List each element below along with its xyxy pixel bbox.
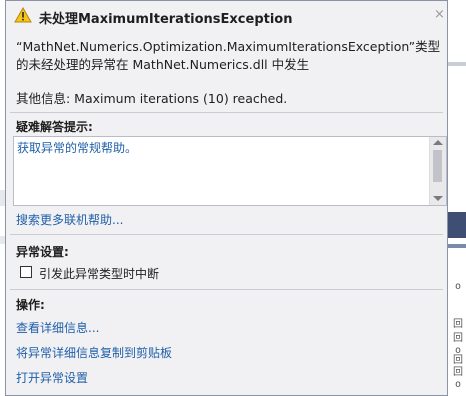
background-editor-char: o <box>455 379 462 390</box>
divider <box>10 234 443 235</box>
actions-header: 操作: <box>16 298 45 312</box>
tips-scrollbar[interactable] <box>429 137 446 205</box>
scroll-up-icon[interactable] <box>433 140 443 145</box>
exception-helper-popup: 未处理MaximumIterationsException × “MathNet… <box>5 0 448 396</box>
search-online-help-link[interactable]: 搜索更多联机帮助... <box>16 211 123 228</box>
popup-title-bar: 未处理MaximumIterationsException × <box>6 1 447 31</box>
background-editor-strip <box>448 62 466 66</box>
background-editor-char: o <box>455 281 462 292</box>
break-on-exception-checkbox[interactable] <box>20 266 32 278</box>
exception-message: “MathNet.Numerics.Optimization.MaximumIt… <box>16 39 441 72</box>
exception-settings-header: 异常设置: <box>16 245 69 259</box>
divider <box>10 289 443 290</box>
background-editor-char: 回 <box>453 319 463 330</box>
troubleshooting-header: 疑难解答提示: <box>16 120 93 134</box>
additional-info: 其他信息: Maximum iterations (10) reached. <box>16 91 288 106</box>
close-icon[interactable]: × <box>434 7 445 22</box>
copy-details-link[interactable]: 将异常详细信息复制到剪贴板 <box>16 344 172 361</box>
break-on-exception-label[interactable]: 引发此异常类型时中断 <box>39 265 159 282</box>
background-editor-strip <box>448 244 466 248</box>
popup-title: 未处理MaximumIterationsException <box>39 12 293 27</box>
background-editor-strip <box>448 212 466 238</box>
warning-icon <box>14 7 32 23</box>
scroll-down-icon[interactable] <box>433 196 443 201</box>
background-editor-char: 回 <box>453 367 463 378</box>
troubleshooting-tips-list[interactable]: 获取异常的常规帮助。 <box>13 136 447 206</box>
divider <box>10 112 443 113</box>
scrollbar-thumb[interactable] <box>433 150 442 182</box>
tip-general-help-link[interactable]: 获取异常的常规帮助。 <box>17 139 137 156</box>
view-detail-link[interactable]: 查看详细信息... <box>16 319 99 336</box>
open-exception-settings-link[interactable]: 打开异常设置 <box>16 369 88 386</box>
background-editor-char: 回 <box>453 355 463 366</box>
background-editor-char: 回 <box>453 333 463 344</box>
